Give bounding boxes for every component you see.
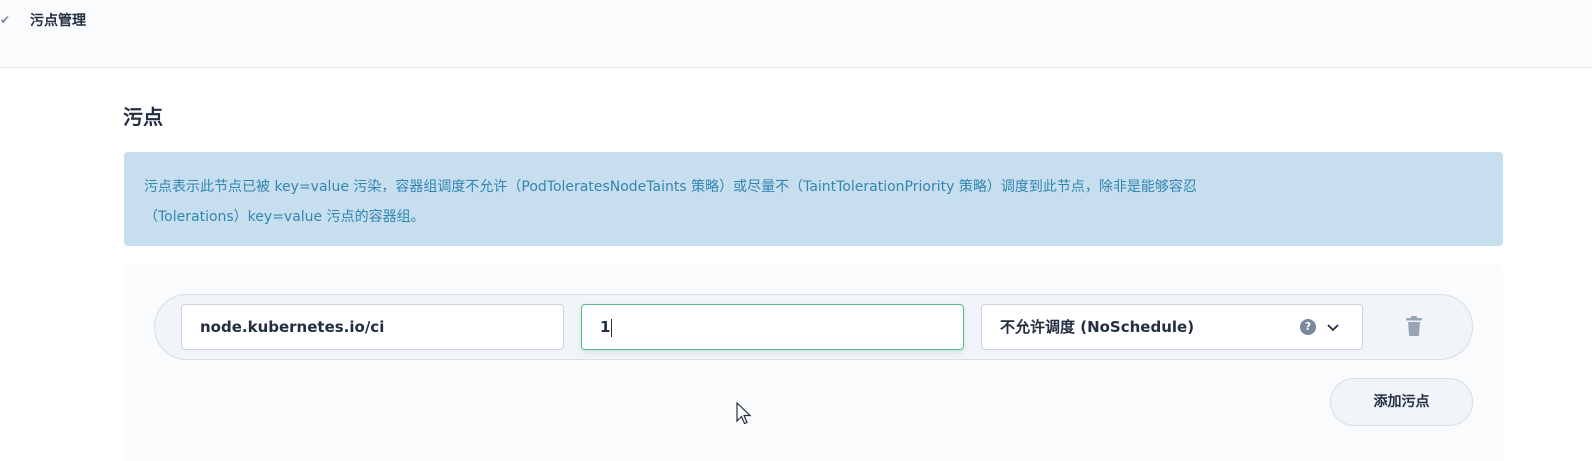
help-icon[interactable]: ? <box>1300 319 1316 335</box>
taint-row: node.kubernetes.io/ci 1 不允许调度 (NoSchedul… <box>154 294 1473 360</box>
info-banner: 污点表示此节点已被 key=value 污染，容器组调度不允许（PodToler… <box>124 152 1503 246</box>
taint-value-input[interactable]: 1 <box>581 304 964 350</box>
trash-icon[interactable] <box>1404 315 1424 337</box>
text-caret <box>611 318 613 337</box>
pin-icon: ✔ <box>0 13 11 27</box>
page-title: 污点管理 <box>30 13 86 29</box>
info-text-line1: 污点表示此节点已被 key=value 污染，容器组调度不允许（PodToler… <box>144 179 1197 195</box>
taint-value-text: 1 <box>600 318 611 336</box>
taint-effect-select[interactable]: 不允许调度 (NoSchedule) ? <box>981 304 1363 350</box>
taint-key-input[interactable]: node.kubernetes.io/ci <box>181 304 564 350</box>
mouse-cursor-icon <box>736 402 752 425</box>
add-taint-button[interactable]: 添加污点 <box>1330 378 1473 426</box>
taint-key-value: node.kubernetes.io/ci <box>200 318 385 336</box>
info-text-line2: （Tolerations）key=value 污点的容器组。 <box>144 209 425 225</box>
section-title: 污点 <box>123 105 163 129</box>
page-header: ✔ 污点管理 <box>0 0 1592 68</box>
taints-panel: node.kubernetes.io/ci 1 不允许调度 (NoSchedul… <box>124 264 1503 461</box>
taint-effect-value: 不允许调度 (NoSchedule) <box>1000 318 1195 336</box>
chevron-down-icon[interactable] <box>1325 319 1341 335</box>
